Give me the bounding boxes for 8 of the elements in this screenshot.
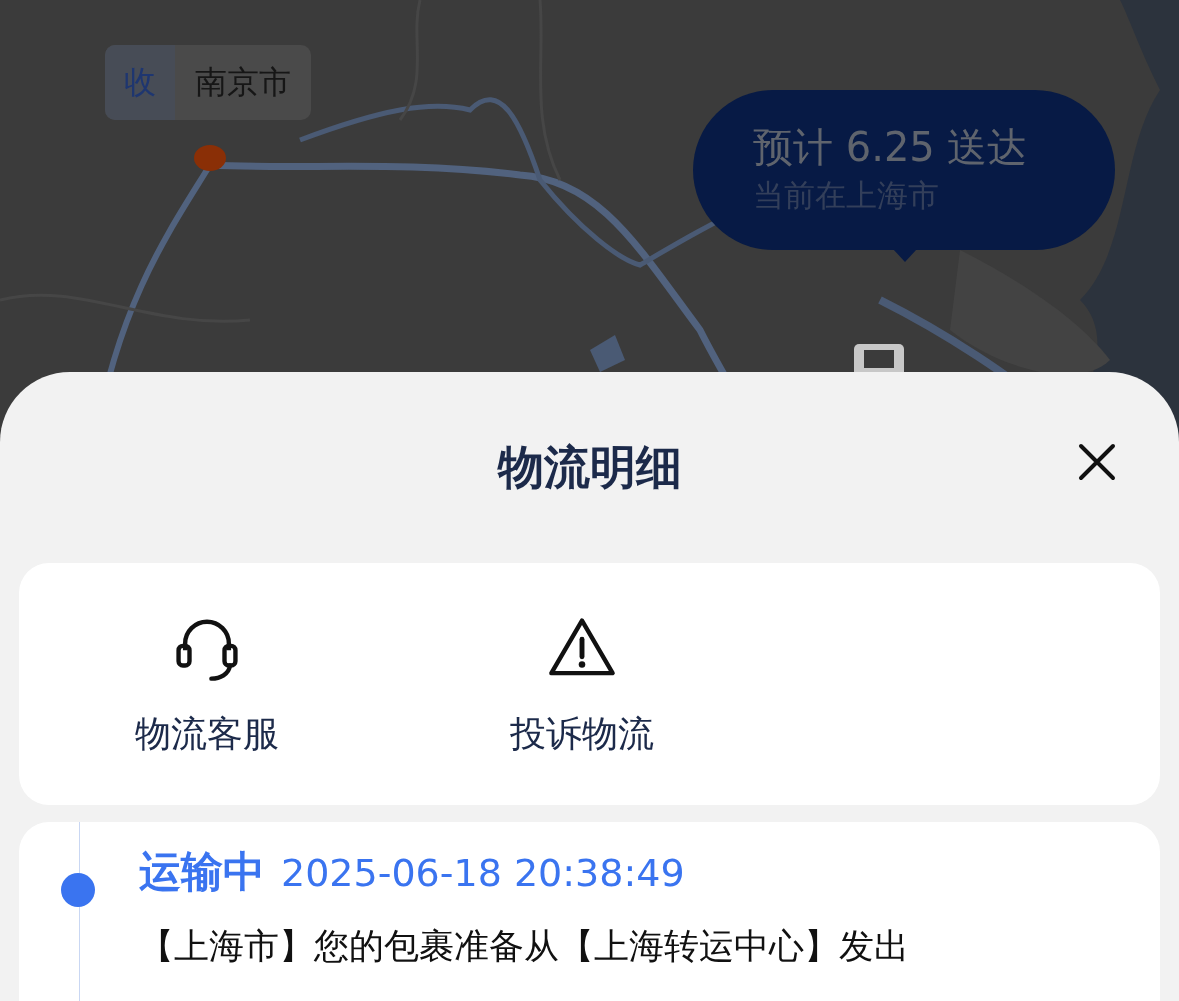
sheet-title: 物流明细 bbox=[497, 439, 682, 496]
action-button[interactable]: 投诉物流 bbox=[509, 613, 654, 759]
event-status: 运输中 bbox=[139, 846, 265, 898]
eta-text: 预计 6.25 送达 bbox=[753, 123, 1029, 172]
action-button[interactable]: 物流客服 bbox=[134, 613, 279, 759]
event-time: 2025-06-18 20:38:49 bbox=[281, 850, 685, 897]
event-description: 【上海市】您的包裹准备从【上海转运中心】发出 bbox=[139, 925, 909, 968]
close-icon bbox=[1077, 442, 1117, 482]
